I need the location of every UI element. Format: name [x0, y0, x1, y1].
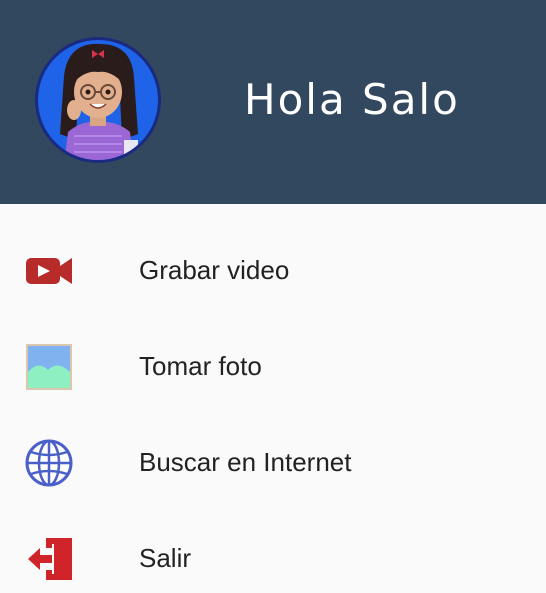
menu-item-take-photo[interactable]: Tomar foto [0, 318, 546, 414]
exit-icon [24, 534, 74, 584]
menu-item-label: Grabar video [139, 255, 290, 285]
drawer-header: Hola Salo [0, 0, 546, 204]
menu-item-search-internet[interactable]: Buscar en Internet [0, 414, 546, 510]
menu-item-record-video[interactable]: Grabar video [0, 222, 546, 318]
image-icon [24, 342, 74, 392]
drawer-menu: Grabar video Tomar foto Buscar en Intern… [0, 222, 546, 593]
globe-icon [24, 438, 74, 488]
menu-item-label: Tomar foto [139, 351, 262, 381]
menu-item-exit[interactable]: Salir [0, 510, 546, 593]
greeting-title: Hola Salo [244, 75, 460, 124]
avatar-icon [35, 37, 161, 163]
video-camera-icon [24, 246, 74, 296]
menu-item-label: Buscar en Internet [139, 447, 352, 477]
user-avatar[interactable] [34, 36, 162, 164]
menu-item-label: Salir [139, 543, 192, 573]
navigation-drawer: Hola Salo Grabar video Tomar foto Buscar… [0, 0, 546, 593]
